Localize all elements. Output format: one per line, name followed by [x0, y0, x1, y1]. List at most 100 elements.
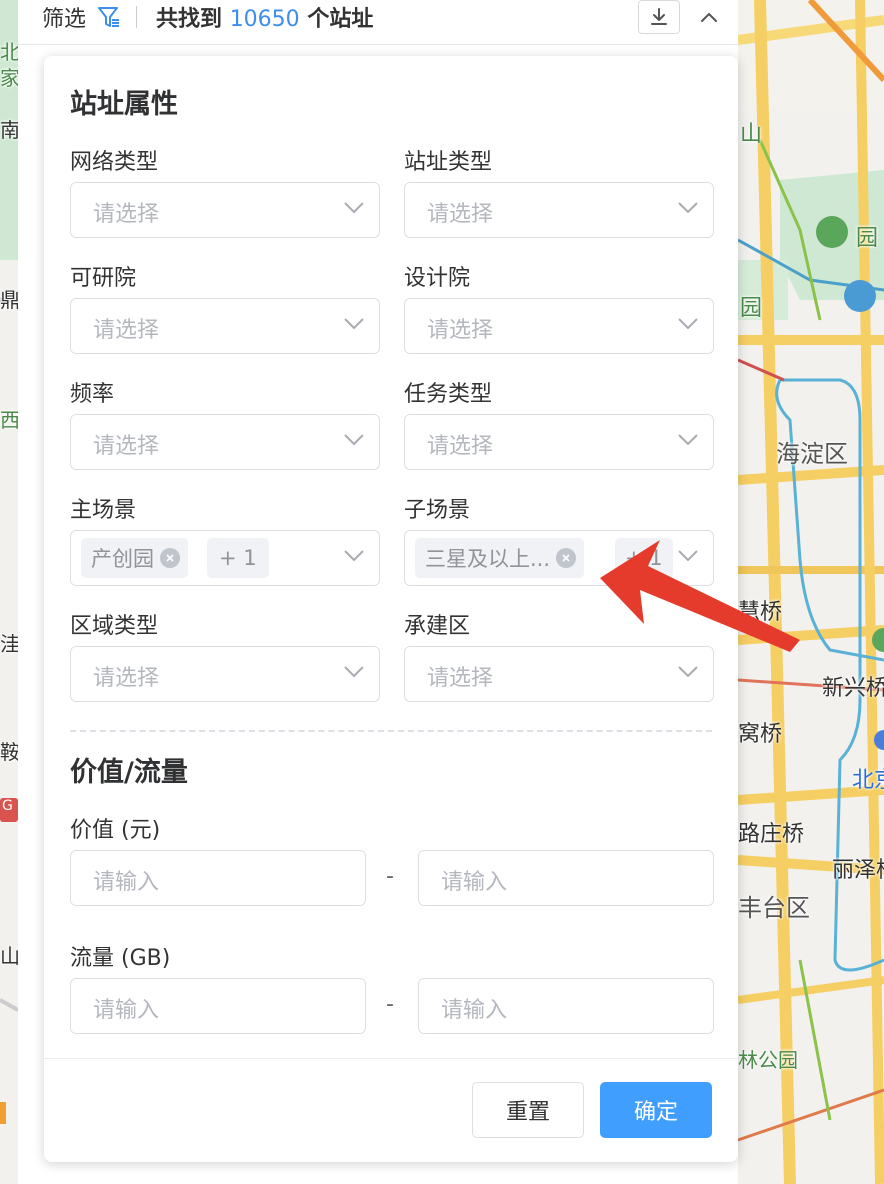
sub-scene-select[interactable]: 三星及以上... + 1 — [404, 530, 714, 586]
traffic-range-separator: - — [386, 992, 394, 1017]
value-label: 价值 (元) — [70, 818, 161, 843]
section-divider — [70, 730, 712, 732]
task-type-select[interactable]: 请选择 — [404, 414, 714, 470]
traffic-label: 流量 (GB) — [70, 946, 171, 971]
chevron-down-icon — [344, 318, 364, 330]
chevron-down-icon — [344, 550, 364, 562]
area-type-label: 区域类型 — [70, 614, 159, 639]
chevron-down-icon — [344, 666, 364, 678]
map-label-left-ding: 鼎 — [0, 288, 20, 312]
filter-label[interactable]: 筛选 — [42, 1, 86, 33]
map-label-park: 林公园 — [738, 1048, 798, 1072]
research-institute-placeholder: 请选择 — [93, 318, 160, 343]
sub-scene-more-tag: + 1 — [615, 538, 673, 578]
map-label-left-xi: 西 — [0, 408, 20, 432]
collapse-button[interactable] — [694, 0, 724, 34]
topbar-divider — [136, 6, 137, 28]
map-label-left-nan: 南 — [0, 118, 20, 142]
confirm-button[interactable]: 确定 — [600, 1082, 712, 1138]
chevron-down-icon — [344, 434, 364, 446]
site-type-placeholder: 请选择 — [427, 202, 494, 227]
map-label-lizeqiao: 丽泽桥 — [832, 858, 884, 883]
value-max-input[interactable]: 请输入 — [418, 850, 714, 906]
main-scene-select[interactable]: 产创园 + 1 — [70, 530, 380, 586]
map-label-fengtai: 丰台区 — [738, 894, 810, 922]
filter-topbar: 筛选 共找到 10650 个站址 — [18, 0, 738, 45]
main-scene-label: 主场景 — [70, 498, 137, 523]
area-type-select[interactable]: 请选择 — [70, 646, 380, 702]
value-max-placeholder: 请输入 — [441, 870, 508, 895]
traffic-max-placeholder: 请输入 — [441, 998, 508, 1023]
sub-scene-label: 子场景 — [404, 498, 471, 523]
site-attributes-title: 站址属性 — [70, 89, 178, 120]
download-icon — [651, 8, 667, 25]
map-label-yuan2: 园 — [740, 296, 763, 321]
traffic-min-input[interactable]: 请输入 — [70, 978, 366, 1034]
result-prefix: 共找到 — [156, 7, 223, 32]
chevron-down-icon — [678, 666, 698, 678]
value-range-separator: - — [386, 864, 394, 889]
sub-scene-tag-label: 三星及以上... — [425, 547, 551, 571]
map-label-left-bei: 北 — [0, 40, 20, 64]
chevron-down-icon — [678, 434, 698, 446]
sub-scene-tag: 三星及以上... — [415, 538, 585, 578]
value-min-placeholder: 请输入 — [93, 870, 160, 895]
chevron-down-icon — [678, 318, 698, 330]
task-type-label: 任务类型 — [404, 382, 493, 407]
design-institute-label: 设计院 — [404, 266, 471, 291]
construction-area-select[interactable]: 请选择 — [404, 646, 714, 702]
result-summary: 共找到 10650 个站址 — [156, 1, 373, 33]
result-suffix: 个站址 — [307, 7, 374, 32]
sub-scene-more-count: + 1 — [625, 546, 663, 570]
value-min-input[interactable]: 请输入 — [70, 850, 366, 906]
map-label-luzhuangqiao: 路庄桥 — [738, 822, 805, 847]
value-traffic-title: 价值/流量 — [70, 757, 188, 788]
construction-area-label: 承建区 — [404, 614, 471, 639]
map-label-left-wa: 洼 — [0, 632, 20, 656]
filter-dropdown-card: 站址属性 网络类型 请选择 站址类型 请选择 可研院 请选择 设计院 请选择 频… — [44, 56, 738, 1162]
chevron-down-icon — [344, 202, 364, 214]
main-scene-more-tag: + 1 — [207, 538, 269, 578]
reset-button[interactable]: 重置 — [472, 1082, 584, 1138]
filter-icon[interactable] — [96, 4, 122, 30]
frequency-label: 频率 — [70, 382, 115, 407]
result-count: 10650 — [229, 7, 300, 32]
research-institute-label: 可研院 — [70, 266, 137, 291]
construction-area-placeholder: 请选择 — [427, 666, 494, 691]
map-label-beijing: 北京 — [852, 768, 884, 793]
network-type-label: 网络类型 — [70, 150, 159, 175]
map-label-yuan: 园 — [856, 226, 879, 251]
map-label-left-jia: 家 — [0, 66, 20, 90]
design-institute-select[interactable]: 请选择 — [404, 298, 714, 354]
traffic-max-input[interactable]: 请输入 — [418, 978, 714, 1034]
map-label-shan: 山 — [740, 122, 763, 147]
design-institute-placeholder: 请选择 — [427, 318, 494, 343]
map-label-left-shan: 山 — [0, 944, 20, 968]
map-label-huiqiao: 慧桥 — [738, 600, 783, 625]
site-type-select[interactable]: 请选择 — [404, 182, 714, 238]
frequency-placeholder: 请选择 — [93, 434, 160, 459]
main-scene-tag: 产创园 — [81, 538, 188, 578]
map-label-left-g: G — [2, 798, 13, 814]
frequency-select[interactable]: 请选择 — [70, 414, 380, 470]
close-icon[interactable] — [160, 548, 180, 568]
research-institute-select[interactable]: 请选择 — [70, 298, 380, 354]
chevron-down-icon — [678, 550, 698, 562]
chevron-up-icon — [701, 12, 717, 22]
close-icon[interactable] — [556, 548, 577, 568]
site-type-label: 站址类型 — [404, 150, 493, 175]
traffic-min-placeholder: 请输入 — [93, 998, 160, 1023]
map-label-haidian: 海淀区 — [776, 440, 848, 468]
map-label-left-an: 鞍 — [0, 740, 20, 764]
main-scene-tag-label: 产创园 — [91, 547, 154, 571]
area-type-placeholder: 请选择 — [93, 666, 160, 691]
network-type-select[interactable]: 请选择 — [70, 182, 380, 238]
task-type-placeholder: 请选择 — [427, 434, 494, 459]
footer-divider — [44, 1058, 738, 1059]
map-label-xinxingqiao: 新兴桥 — [822, 676, 884, 701]
map-label-wuqiao: 窝桥 — [738, 722, 783, 747]
download-button[interactable] — [638, 0, 680, 34]
network-type-placeholder: 请选择 — [93, 202, 160, 227]
filter-panel: 筛选 共找到 10650 个站址 站址属性 网络类型 请选择 站址类型 请选择 … — [18, 0, 738, 1184]
main-scene-more-count: + 1 — [219, 546, 257, 570]
